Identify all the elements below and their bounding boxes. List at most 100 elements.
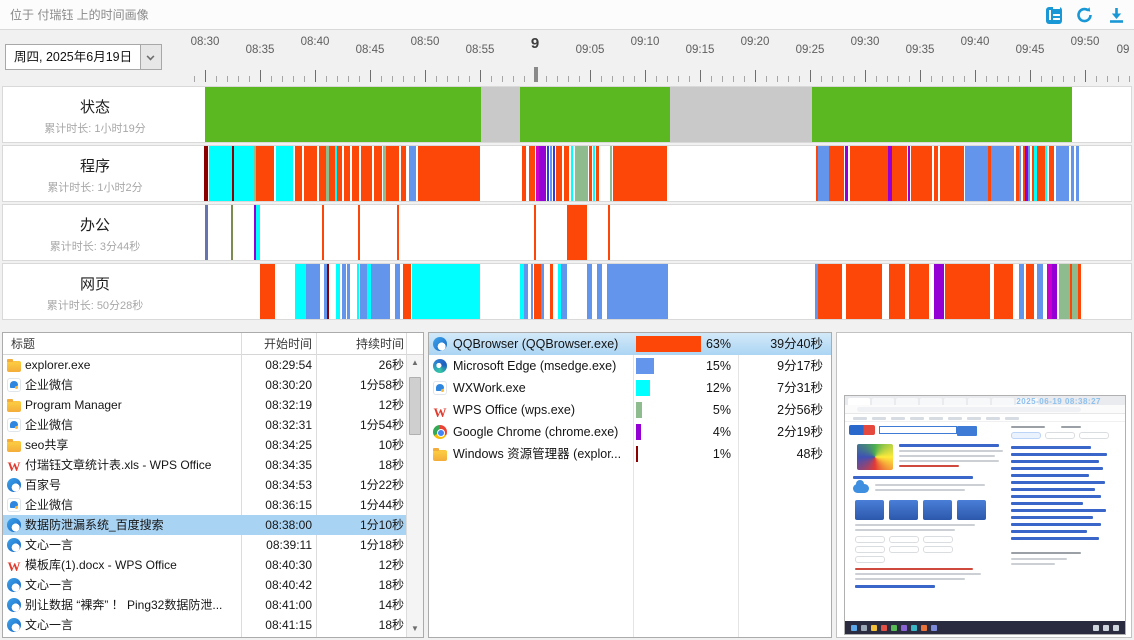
table-row[interactable]: seo共享08:34:2510秒 bbox=[3, 435, 423, 455]
timeline-segment[interactable] bbox=[524, 264, 528, 319]
timeline-segment[interactable] bbox=[889, 264, 905, 319]
report-icon[interactable] bbox=[1046, 7, 1062, 24]
timeline-segment[interactable] bbox=[256, 146, 274, 201]
timeline-segment[interactable] bbox=[520, 87, 670, 142]
timeline-segment[interactable] bbox=[295, 264, 306, 319]
timeline-segment[interactable] bbox=[553, 146, 555, 201]
timeline-segment[interactable] bbox=[934, 146, 938, 201]
timeline-segment[interactable] bbox=[306, 264, 320, 319]
program-row[interactable]: WXWork.exe12%7分31秒 bbox=[429, 377, 831, 399]
program-row[interactable]: Windows 资源管理器 (explor...1%48秒 bbox=[429, 443, 831, 465]
program-row[interactable]: Google Chrome (chrome.exe)4%2分19秒 bbox=[429, 421, 831, 443]
date-picker[interactable]: 周四, 2025年6月19日 bbox=[5, 44, 162, 70]
table-row[interactable]: 文心一言08:41:1518秒 bbox=[3, 615, 423, 635]
table-row[interactable]: 企业微信08:36:151分44秒 bbox=[3, 495, 423, 515]
timeline-segment[interactable] bbox=[529, 146, 535, 201]
screenshot-thumbnail[interactable]: 2025-06-19 08:38:27 bbox=[844, 395, 1126, 635]
timeline-segment[interactable] bbox=[547, 146, 549, 201]
timeline-segment[interactable] bbox=[567, 205, 587, 260]
timeline-segment[interactable] bbox=[541, 264, 544, 319]
timeline-segment[interactable] bbox=[607, 264, 668, 319]
timeline-segment[interactable] bbox=[347, 264, 350, 319]
timeline-segment[interactable] bbox=[395, 264, 400, 319]
timeline-segment[interactable] bbox=[911, 146, 932, 201]
timeline-segment[interactable] bbox=[342, 264, 346, 319]
table-row[interactable]: Program Manager08:32:1912秒 bbox=[3, 395, 423, 415]
program-row[interactable]: WPS Office (wps.exe)5%2分56秒 bbox=[429, 399, 831, 421]
timeline-segment[interactable] bbox=[352, 146, 359, 201]
timeline-lane[interactable] bbox=[187, 264, 1131, 319]
timeline-segment[interactable] bbox=[945, 264, 990, 319]
timeline-segment[interactable] bbox=[295, 146, 302, 201]
timeline-segment[interactable] bbox=[401, 146, 406, 201]
timeline-segment[interactable] bbox=[845, 146, 848, 201]
timeline-segment[interactable] bbox=[597, 264, 602, 319]
timeline-segment[interactable] bbox=[205, 205, 208, 260]
timeline-segment[interactable] bbox=[327, 264, 329, 319]
timeline-segment[interactable] bbox=[344, 146, 350, 201]
download-icon[interactable] bbox=[1107, 6, 1126, 24]
timeline-segment[interactable] bbox=[556, 146, 562, 201]
timeline-segment[interactable] bbox=[829, 146, 844, 201]
timeline-segment[interactable] bbox=[908, 146, 910, 201]
timeline-segment[interactable] bbox=[561, 264, 567, 319]
scroll-up-button[interactable]: ▲ bbox=[407, 355, 423, 371]
timeline-segment[interactable] bbox=[522, 146, 526, 201]
timeline-segment[interactable] bbox=[1071, 146, 1074, 201]
timeline-segment[interactable] bbox=[1078, 264, 1081, 319]
timeline-segment[interactable] bbox=[1037, 264, 1043, 319]
timeline-segment[interactable] bbox=[934, 264, 944, 319]
table-row[interactable]: 企业微信08:30:201分58秒 bbox=[3, 375, 423, 395]
timeline-segment[interactable] bbox=[360, 264, 367, 319]
timeline-segment[interactable] bbox=[539, 146, 546, 201]
timeline-segment[interactable] bbox=[550, 146, 552, 201]
timeline-segment[interactable] bbox=[409, 146, 416, 201]
timeline-segment[interactable] bbox=[260, 264, 275, 319]
timeline-segment[interactable] bbox=[571, 146, 573, 201]
timeline-segment[interactable] bbox=[593, 146, 595, 201]
table-row[interactable]: 数据防泄漏系统_百度搜索08:38:001分10秒 bbox=[3, 515, 423, 535]
table-row[interactable]: 企业微信08:32:311分54秒 bbox=[3, 415, 423, 435]
timeline-segment[interactable] bbox=[374, 146, 382, 201]
program-row[interactable]: Microsoft Edge (msedge.exe)15%9分17秒 bbox=[429, 355, 831, 377]
timeline-segment[interactable] bbox=[358, 205, 360, 260]
timeline-segment[interactable] bbox=[587, 264, 592, 319]
timeline-segment[interactable] bbox=[610, 146, 612, 201]
timeline-segment[interactable] bbox=[1049, 146, 1054, 201]
timeline-segment[interactable] bbox=[550, 264, 553, 319]
timeline-segment[interactable] bbox=[1059, 264, 1070, 319]
timeline-segment[interactable] bbox=[531, 264, 533, 319]
timeline-lane[interactable] bbox=[187, 87, 1131, 142]
timeline-segment[interactable] bbox=[534, 264, 541, 319]
timeline-segment[interactable] bbox=[909, 264, 929, 319]
date-picker-dropdown-button[interactable] bbox=[140, 45, 161, 69]
timeline-segment[interactable] bbox=[608, 205, 610, 260]
table-row[interactable]: 别让数据 “裸奔” ！ Ping32数据防泄...08:41:0014秒 bbox=[3, 595, 423, 615]
timeline-segment[interactable] bbox=[1019, 146, 1021, 201]
timeline-segment[interactable] bbox=[386, 146, 399, 201]
timeline-segment[interactable] bbox=[337, 146, 342, 201]
timeline-segment[interactable] bbox=[1019, 264, 1024, 319]
timeline-segment[interactable] bbox=[1037, 146, 1045, 201]
timeline-segment[interactable] bbox=[234, 146, 254, 201]
timeline-segment[interactable] bbox=[1052, 264, 1057, 319]
table-row[interactable]: 模板库(1).docx - WPS Office08:40:3012秒 bbox=[3, 555, 423, 575]
timeline-segment[interactable] bbox=[596, 146, 599, 201]
timeline-segment[interactable] bbox=[812, 87, 1072, 142]
timeline-segment[interactable] bbox=[1028, 146, 1030, 201]
timeline-segment[interactable] bbox=[231, 205, 233, 260]
timeline-segment[interactable] bbox=[304, 146, 317, 201]
timeline-segment[interactable] bbox=[818, 146, 829, 201]
timeline-segment[interactable] bbox=[1076, 146, 1079, 201]
timeline-segment[interactable] bbox=[481, 87, 520, 142]
table-row[interactable]: 文心一言08:39:111分18秒 bbox=[3, 535, 423, 555]
timeline-segment[interactable] bbox=[361, 146, 372, 201]
timeline-segment[interactable] bbox=[1045, 146, 1047, 201]
timeline-segment[interactable] bbox=[846, 264, 882, 319]
timeline-lane[interactable] bbox=[187, 146, 1131, 201]
timeline-segment[interactable] bbox=[670, 87, 812, 142]
timeline-segment[interactable] bbox=[209, 146, 232, 201]
scroll-down-button[interactable]: ▼ bbox=[407, 621, 423, 637]
timeline-segment[interactable] bbox=[892, 146, 907, 201]
timeline-segment[interactable] bbox=[397, 205, 399, 260]
